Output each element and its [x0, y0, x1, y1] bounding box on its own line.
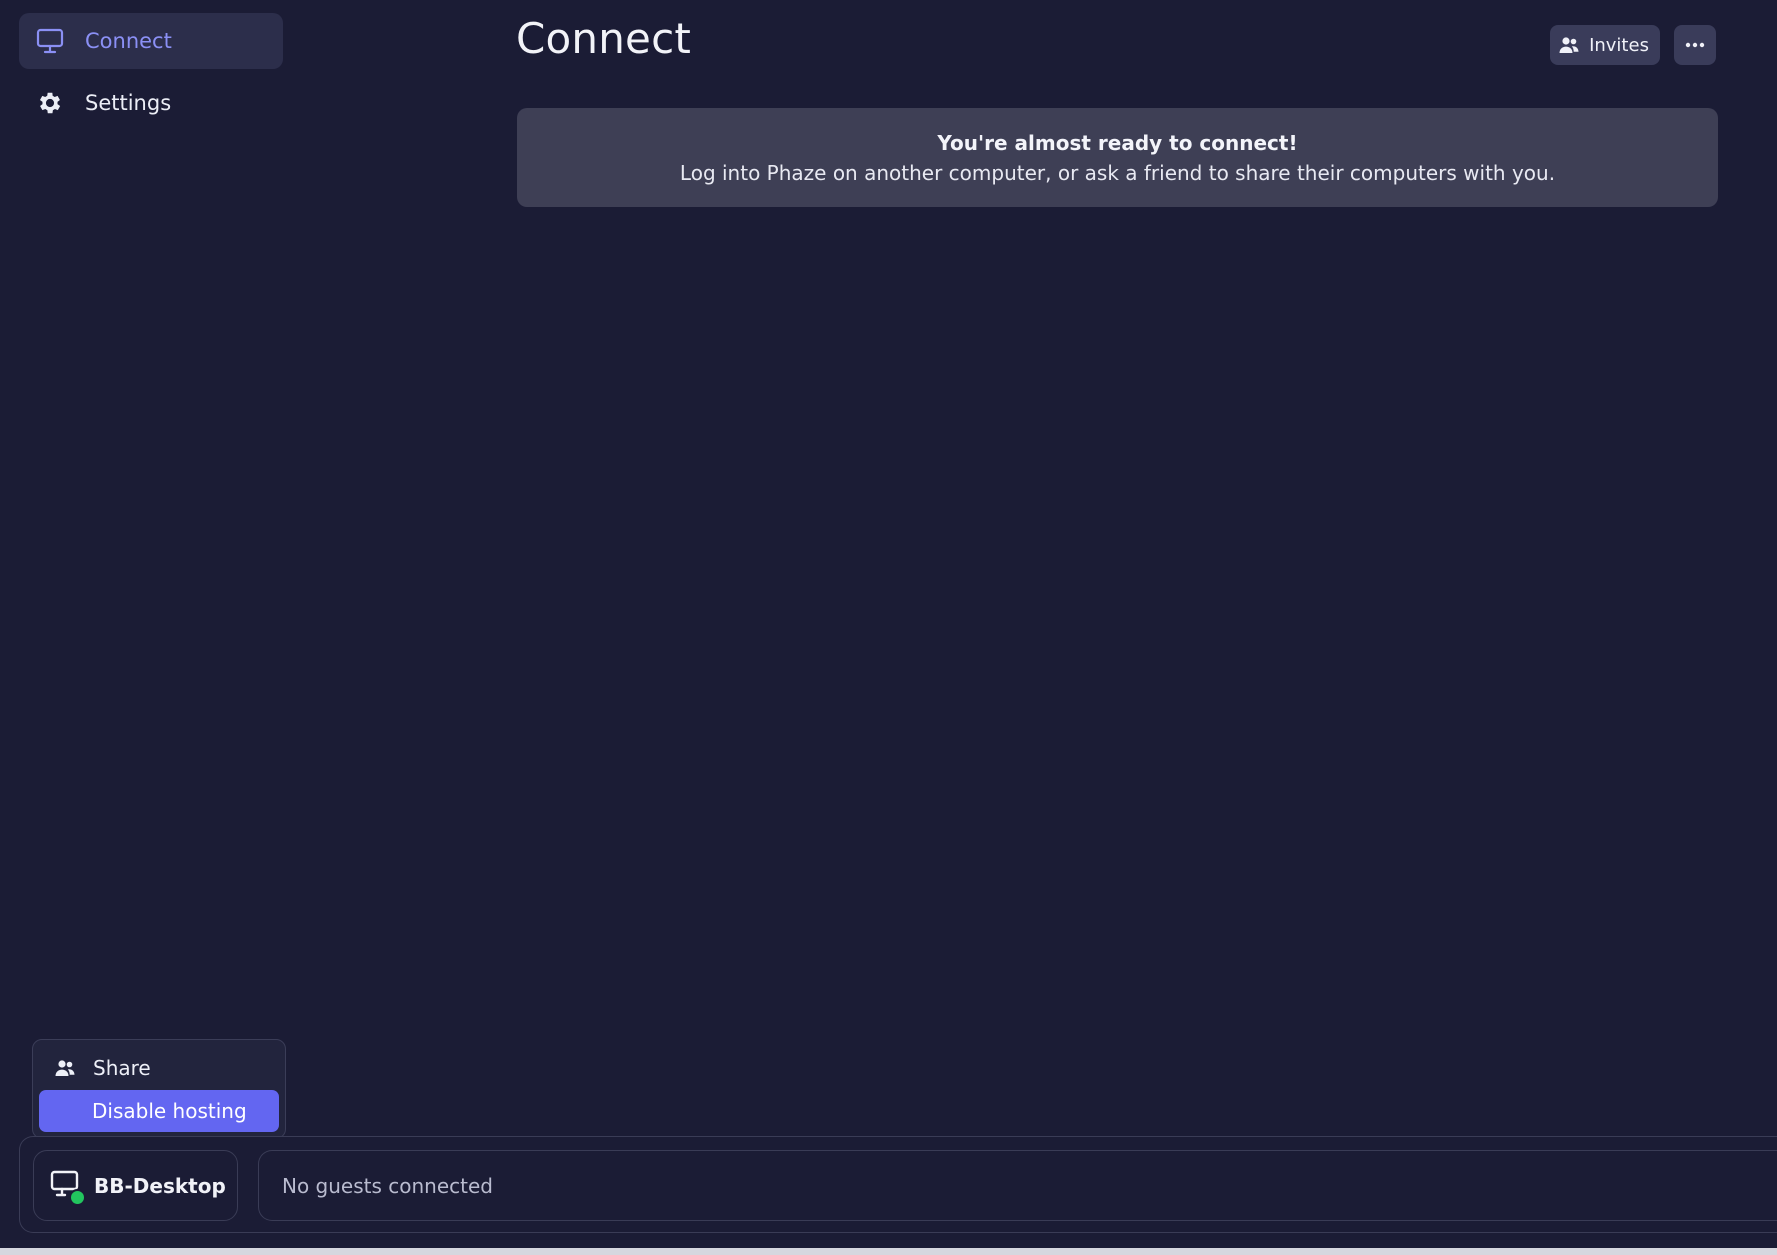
host-device-chip[interactable]: BB-Desktop — [33, 1150, 238, 1221]
sidebar-item-label: Connect — [85, 29, 172, 53]
sidebar-item-label: Settings — [85, 91, 172, 115]
device-name: BB-Desktop — [94, 1173, 226, 1198]
app-window: Connect Settings Connect Invites You're … — [0, 0, 1777, 1255]
monitor-icon — [35, 26, 65, 56]
invites-label: Invites — [1589, 34, 1649, 56]
header-actions: Invites — [1550, 25, 1716, 65]
share-popover: Share Disable hosting — [32, 1039, 286, 1139]
sidebar-item-connect[interactable]: Connect — [19, 13, 283, 69]
sidebar: Connect Settings — [19, 13, 283, 137]
online-status-dot — [69, 1188, 86, 1206]
more-options-button[interactable] — [1674, 25, 1716, 65]
sidebar-item-settings[interactable]: Settings — [19, 75, 283, 131]
monitor-icon — [50, 1170, 86, 1206]
users-icon — [1559, 36, 1579, 54]
ellipsis-icon — [1685, 42, 1705, 48]
gear-icon — [35, 88, 65, 118]
banner-body: Log into Phaze on another computer, or a… — [679, 160, 1556, 185]
host-status-bar: BB-Desktop No guests connected — [19, 1136, 1777, 1233]
banner-title: You're almost ready to connect! — [937, 130, 1298, 155]
page-title: Connect — [516, 14, 692, 63]
invites-button[interactable]: Invites — [1550, 25, 1660, 65]
disable-hosting-button[interactable]: Disable hosting — [39, 1090, 279, 1132]
guests-status-text: No guests connected — [282, 1173, 493, 1198]
users-icon — [55, 1059, 77, 1077]
window-bottom-edge — [0, 1248, 1777, 1255]
share-label: Share — [93, 1056, 151, 1080]
share-menu-item[interactable]: Share — [39, 1046, 279, 1090]
onboarding-banner: You're almost ready to connect! Log into… — [517, 108, 1718, 207]
guests-panel: No guests connected — [258, 1150, 1777, 1221]
